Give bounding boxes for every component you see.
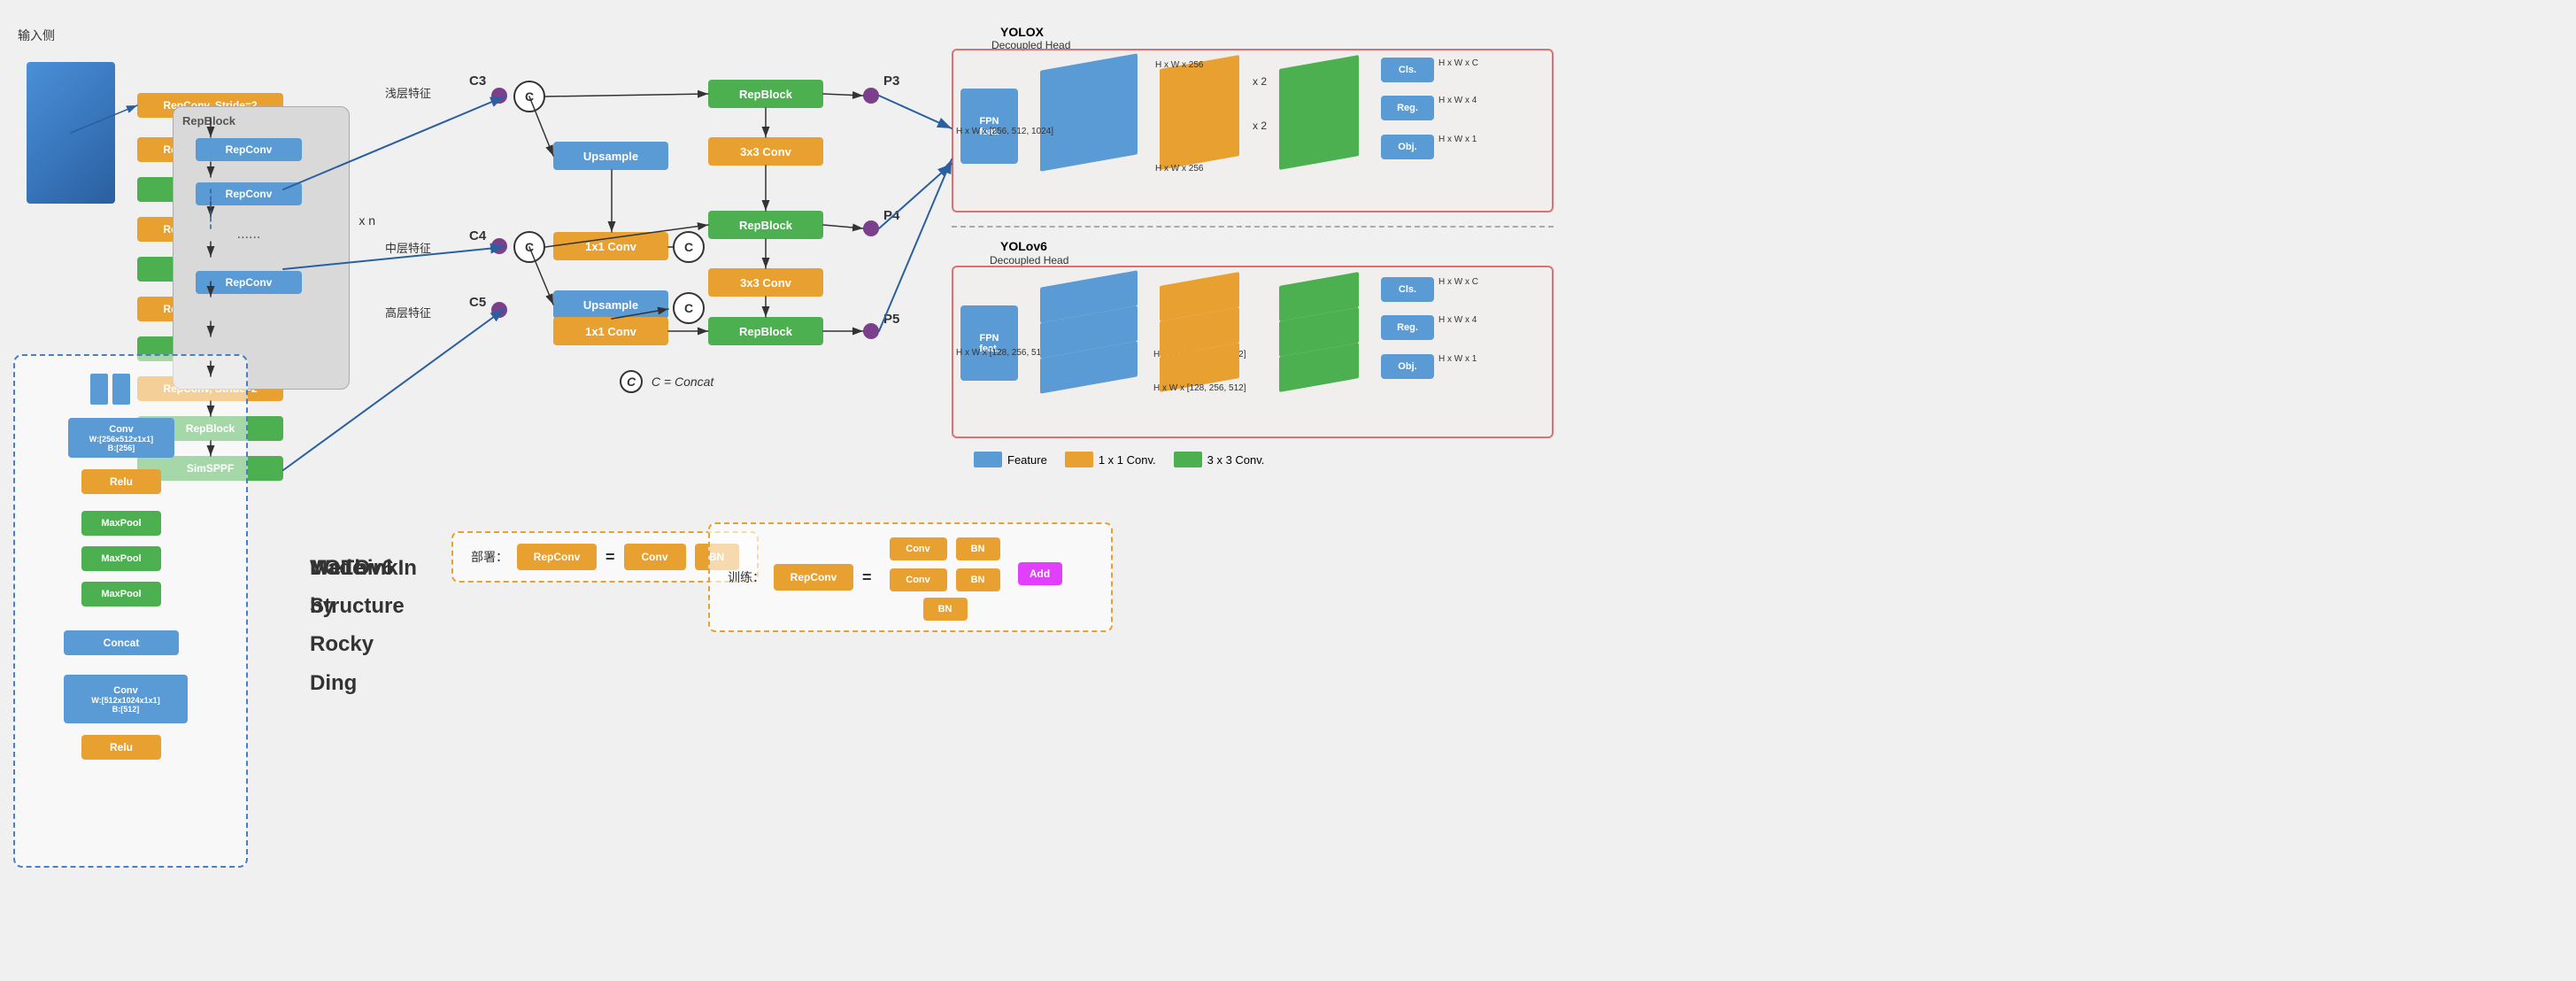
simspf-relu1: Relu	[81, 469, 161, 494]
neck-3x3conv-p3: 3x3 Conv	[708, 137, 823, 166]
legend-3x3-label: 3 x 3 Conv.	[1207, 453, 1265, 467]
c3-label: C3	[469, 73, 486, 89]
yolov6-head-subtitle: Decoupled Head	[990, 254, 1068, 266]
p5-label: P5	[883, 312, 899, 327]
input-label: 输入侧	[18, 27, 55, 44]
yolox-obj-dim: H x W x 1	[1438, 135, 1477, 144]
main-canvas: 输入侧 RepConv, Stride=2 RepConv, Stride=2 …	[0, 0, 2576, 981]
rb-internal-rcn: RepConv	[196, 271, 302, 294]
concat-c4b: C	[673, 292, 705, 324]
train-bn1: BN	[956, 537, 1000, 560]
rb-internal-rc1: RepConv	[196, 138, 302, 161]
yolov6-head-title: YOLov6	[1000, 239, 1047, 253]
rb-internal-rc2: RepConv	[196, 182, 302, 205]
yolox-x2-2: x 2	[1253, 120, 1267, 132]
neck-upsample1: Upsample	[553, 142, 668, 170]
train-section: 训练： RepConv = Conv BN Conv BN BN Add	[708, 522, 1113, 632]
simspf-conv2: Conv W:[512x1024x1x1] B:[512]	[64, 675, 188, 723]
yolov6-dim1: H x W x [128, 256, 512]	[956, 348, 1049, 358]
concat-c5: C	[673, 231, 705, 263]
repblock-internal: RepBlock RepConv RepConv ...... RepConv …	[173, 106, 350, 390]
p4-label: P4	[883, 208, 899, 223]
yolov6-obj-dim: H x W x 1	[1438, 354, 1477, 364]
train-conv2: Conv	[890, 568, 947, 591]
yolov6-obj: Obj.	[1381, 354, 1434, 379]
c5-label: C5	[469, 295, 486, 310]
dot-p4	[491, 238, 507, 254]
train-conv1: Conv	[890, 537, 947, 560]
legend-feature-label: Feature	[1007, 453, 1047, 467]
legend-feature-color	[974, 452, 1002, 467]
legend-1x1-label: 1 x 1 Conv.	[1099, 453, 1156, 467]
yolov6-reg-dim: H x W x 4	[1438, 315, 1477, 325]
neck-1x1conv-c5: 1x1 Conv	[553, 317, 668, 345]
yolox-obj: Obj.	[1381, 135, 1434, 159]
concat-c4: C	[513, 231, 545, 263]
concat-c3: C	[513, 81, 545, 112]
dot-p5-out	[863, 323, 879, 339]
yolox-cls-dim: H x W x C	[1438, 58, 1478, 68]
yolov6-fpn: FPNfeat.	[960, 305, 1018, 381]
legend-3x3-color	[1174, 452, 1202, 467]
simspf-conv1: Conv W:[256x512x1x1] B:[256]	[68, 418, 174, 458]
concat-legend: C C = Concat	[620, 370, 713, 393]
neck-repblock-p4: RepBlock	[708, 211, 823, 239]
dot-p5	[491, 302, 507, 318]
legend: Feature 1 x 1 Conv. 3 x 3 Conv.	[974, 452, 1264, 467]
yolov6-cls: Cls.	[1381, 277, 1434, 302]
yolox-dim3: H x W x 256	[1155, 164, 1203, 174]
simspf-maxpool2: MaxPool	[81, 546, 161, 571]
simspf-maxpool1: MaxPool	[81, 511, 161, 536]
train-label: 训练：	[728, 568, 765, 586]
yolox-reg-dim: H x W x 4	[1438, 96, 1477, 105]
yolox-dim2: H x W x 256	[1155, 60, 1203, 70]
simspf-relu2: Relu	[81, 735, 161, 760]
yolox-title: YOLOX	[1000, 25, 1044, 39]
simspf-concat: Concat	[64, 630, 179, 655]
yolov6-cls-dim: H x W x C	[1438, 277, 1478, 287]
c3-sublabel: 浅层特征	[385, 84, 431, 101]
yolox-cls: Cls.	[1381, 58, 1434, 82]
train-bn2: BN	[956, 568, 1000, 591]
neck-3x3conv-p4: 3x3 Conv	[708, 268, 823, 297]
train-bn3: BN	[923, 598, 968, 621]
deploy-conv: Conv	[624, 544, 686, 570]
divider	[952, 226, 1554, 228]
dot-p3	[491, 88, 507, 104]
train-repconv: RepConv	[774, 564, 853, 591]
legend-1x1-color	[1065, 452, 1093, 467]
deploy-label: 部署：	[471, 548, 508, 566]
p3-label: P3	[883, 73, 899, 89]
c4-label: C4	[469, 228, 486, 243]
c4-sublabel: 中层特征	[385, 239, 431, 256]
yolov6-reg: Reg.	[1381, 315, 1434, 340]
neck-1x1conv-c4: 1x1 Conv	[553, 232, 668, 260]
train-add: Add	[1018, 562, 1062, 585]
neck-upsample2: Upsample	[553, 290, 668, 319]
title3: WeThinkIn	[310, 549, 417, 587]
deploy-repconv: RepConv	[517, 544, 597, 570]
yolov6-dim3: H x W x [128, 256, 512]	[1153, 383, 1246, 393]
simspf-maxpool3: MaxPool	[81, 582, 161, 606]
yolox-reg: Reg.	[1381, 96, 1434, 120]
neck-repblock-p3: RepBlock	[708, 80, 823, 108]
neck-repblock-p5: RepBlock	[708, 317, 823, 345]
simspf-detail-box: Conv W:[256x512x1x1] B:[256] Relu MaxPoo…	[13, 354, 248, 868]
c5-sublabel: 高层特征	[385, 304, 431, 321]
dot-p3-out	[863, 88, 879, 104]
dot-p4-out	[863, 220, 879, 236]
input-box	[27, 62, 115, 204]
yolox-dim1: H x W x [256, 512, 1024]	[956, 127, 1053, 136]
yolox-x2-1: x 2	[1253, 75, 1267, 88]
